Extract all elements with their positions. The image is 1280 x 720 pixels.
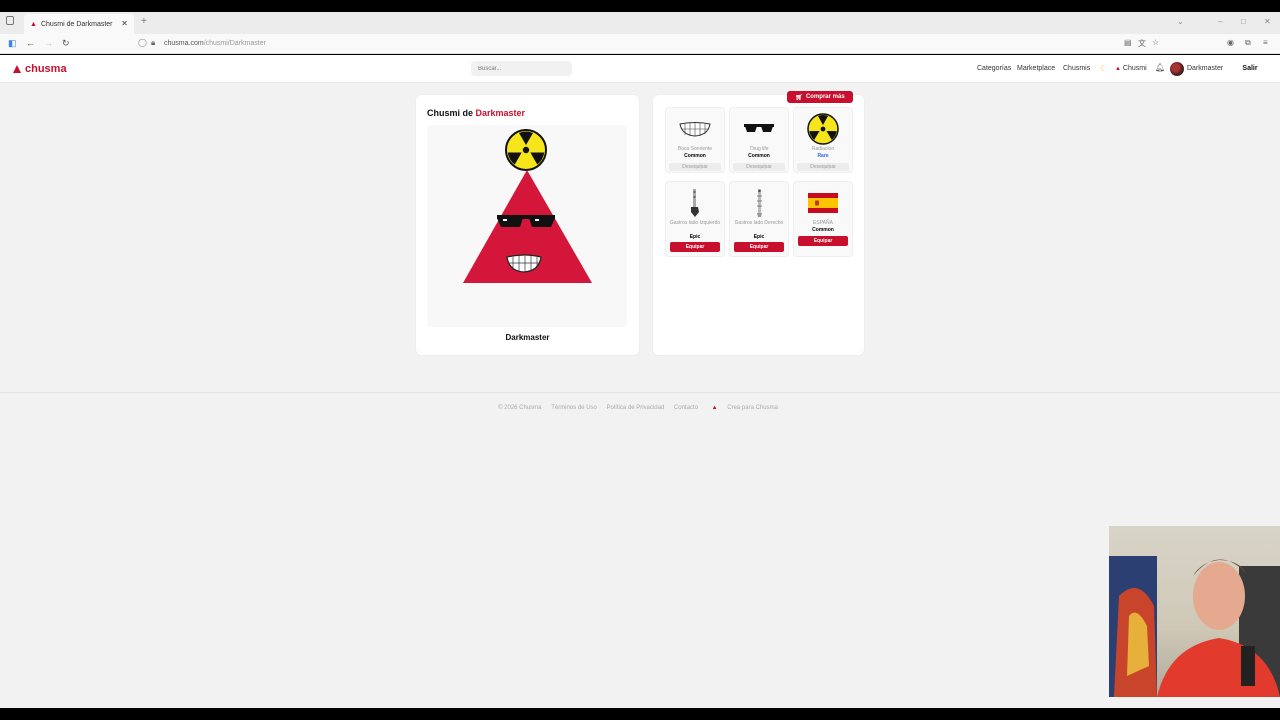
teeth-icon [666,112,724,146]
maximize-icon[interactable]: □ [1241,17,1246,26]
radiation-hat-icon [505,129,547,171]
cart-icon: 🛒︎ [795,94,803,101]
item-rarity: Common [812,227,834,233]
nav-chusmis[interactable]: Chusmis [1063,65,1090,72]
item-rarity: Rare [817,153,829,159]
inventory-item[interactable]: Thug life Common Desequipar [729,107,789,173]
item-name: Gastros lado Derecho [734,220,784,226]
reader-view-icon[interactable]: ▤ [1124,38,1132,47]
sidebar-icon[interactable]: ◧ [8,38,17,49]
webcam-overlay [1109,526,1280,697]
item-name: Radiacion [811,146,835,152]
reload-icon[interactable]: ↻ [62,38,70,49]
equip-button[interactable]: Equipar [670,242,720,252]
account-icon[interactable]: ◉ [1227,38,1234,47]
extensions-icon[interactable]: ⧉ [1245,38,1251,48]
item-rarity: Epic [689,234,701,240]
notifications-bell-icon[interactable]: 🔔︎ [1155,63,1165,72]
bookmark-star-icon[interactable]: ☆ [1152,38,1159,47]
nav-marketplace[interactable]: Marketplace [1017,65,1055,72]
chusma-favicon-icon: ▲ [30,20,37,28]
url-path: /chusmi/Darkmaster [203,40,266,47]
footer-divider [0,392,1280,393]
search-input[interactable] [471,61,572,76]
logo-triangle-icon [13,65,21,73]
browser-tab[interactable]: ▲ Chusmi de Darkmaster ✕ [24,14,134,34]
sidebar-toggle-icon[interactable] [6,16,14,25]
footer-link-privacidad[interactable]: Política de Privacidad [607,405,665,411]
chusmi-canvas [427,125,627,327]
item-rarity: Common [748,153,770,159]
title-username: Darkmaster [475,108,526,118]
page: chusma Categorías Marketplace Chusmis ☾ … [0,55,1280,708]
equip-button[interactable]: Equipar [734,242,784,252]
shield-icon[interactable]: ◯ [138,38,147,47]
item-name: Boca Sonriente [677,146,713,152]
nav-categorias[interactable]: Categorías [977,65,1011,72]
user-avatar[interactable] [1170,62,1184,76]
sunglasses-icon [730,112,788,146]
footer-link-contacto[interactable]: Contacto [674,405,698,411]
chusmi-triangle-icon: ▲ [1115,66,1121,72]
new-tab-icon[interactable]: + [141,16,147,27]
right-arm-icon [730,186,788,220]
close-tab-icon[interactable]: ✕ [121,19,128,28]
buy-more-label: Comprar más [805,94,845,100]
site-header: chusma Categorías Marketplace Chusmis ☾ … [0,55,1280,83]
url-field[interactable]: chusma.com/chusmi/Darkmaster [164,40,266,47]
radiation-icon [794,112,852,146]
screen-top-bar [0,0,1280,12]
unequip-button[interactable]: Desequipar [733,163,785,171]
back-icon[interactable]: ← [26,38,35,48]
url-domain: chusma.com [164,40,204,47]
item-name: ESPAÑA [813,220,833,226]
translate-icon[interactable]: 文 [1138,38,1146,49]
inventory-item[interactable]: ESPAÑA Common Equipar [793,181,853,257]
browser-address-bar: ◧ ← → ↻ ◯ 🔒︎ chusma.com/chusmi/Darkmaste… [0,34,1280,54]
item-rarity: Epic [753,234,765,240]
inventory-item[interactable]: Boca Sonriente Common Desequipar [665,107,725,173]
site-logo[interactable]: chusma [13,63,67,75]
item-name: Gastros lado Izquierdo [669,220,721,226]
chusmi-profile-card: Chusmi de Darkmaster Darkmaster [416,95,639,355]
site-footer: © 2026 Chusma Términos de Uso Política d… [0,405,1280,411]
nav-chusmi[interactable]: ▲ Chusmi [1115,65,1147,72]
footer-triangle-icon: ▲ [711,405,718,411]
title-prefix: Chusmi de [427,108,476,118]
character-name: Darkmaster [505,333,550,342]
window-close-icon[interactable]: ✕ [1264,17,1271,26]
minimize-icon[interactable]: – [1218,17,1222,26]
lock-icon[interactable]: 🔒︎ [151,38,155,48]
unequip-button[interactable]: Desequipar [797,163,849,171]
item-name: Thug life [749,146,769,152]
footer-create-link[interactable]: ▲ Crea para Chusma [708,405,782,411]
footer-link-terminos[interactable]: Términos de Uso [551,405,597,411]
buy-more-button[interactable]: 🛒︎ Comprar más [787,91,853,103]
logo-text: chusma [25,63,67,75]
header-username[interactable]: Darkmaster [1187,65,1223,72]
nav-chusmi-label: Chusmi [1122,65,1147,72]
browser-tab-strip: ▲ Chusmi de Darkmaster ✕ + ⌄ – □ ✕ [0,12,1280,34]
footer-copyright: © 2026 Chusma [498,405,542,411]
menu-icon[interactable]: ≡ [1263,38,1268,47]
forward-icon[interactable]: → [44,38,53,48]
left-arm-icon [666,186,724,220]
page-title: Chusmi de Darkmaster [427,108,525,118]
inventory-item[interactable]: Gastros lado Izquierdo Epic Equipar [665,181,725,257]
tab-list-chevron-icon[interactable]: ⌄ [1177,17,1184,26]
dark-mode-moon-icon[interactable]: ☾ [1100,64,1107,73]
chusmi-character-icon [463,129,592,283]
inventory-item[interactable]: Radiacion Rare Desequipar [793,107,853,173]
equip-button[interactable]: Equipar [798,236,848,246]
inventory-item[interactable]: Gastros lado Derecho Epic Equipar [729,181,789,257]
logout-button[interactable]: Salir [1236,60,1264,77]
footer-create-label: Crea para Chusma [727,405,778,411]
spain-flag-icon [794,186,852,220]
screen-bottom-bar [0,708,1280,720]
item-rarity: Common [684,153,706,159]
unequip-button[interactable]: Desequipar [669,163,721,171]
tab-title: Chusmi de Darkmaster [40,20,113,28]
